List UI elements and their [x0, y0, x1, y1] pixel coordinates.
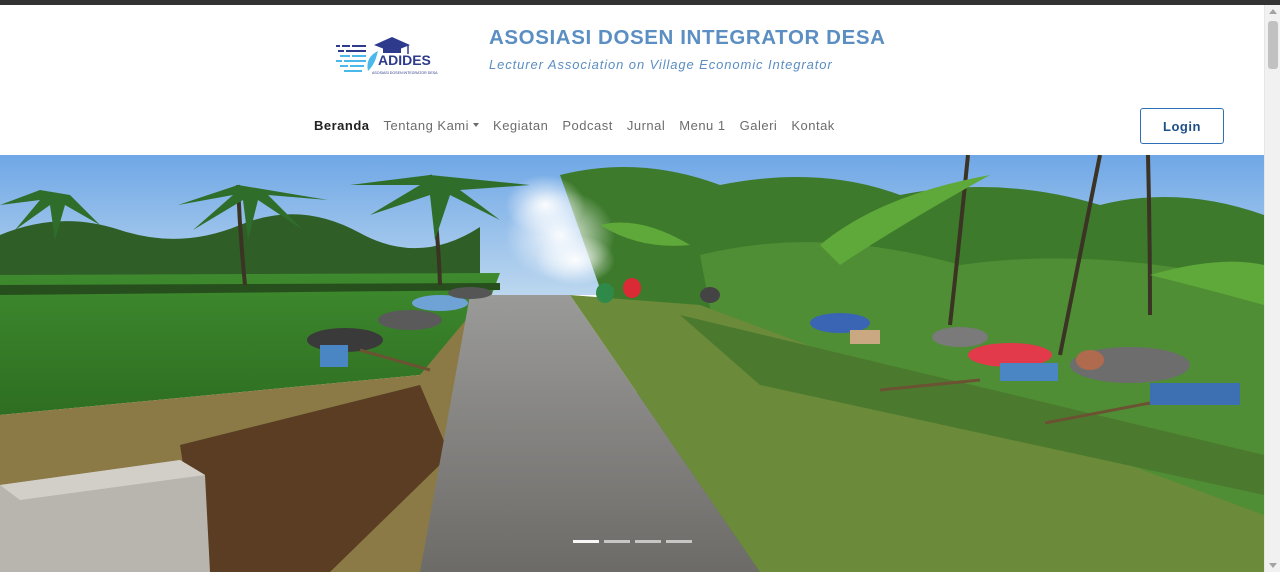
page-scrollbar[interactable]	[1264, 5, 1280, 572]
nav-item-galeri[interactable]: Galeri	[740, 118, 778, 133]
nav-item-kontak[interactable]: Kontak	[791, 118, 834, 133]
nav-item-podcast[interactable]: Podcast	[562, 118, 612, 133]
main-nav: Beranda Tentang Kami Kegiatan Podcast Ju…	[314, 116, 849, 134]
login-button[interactable]: Login	[1140, 108, 1224, 144]
nav-item-beranda[interactable]: Beranda	[314, 118, 370, 133]
page: ADIDES ASOSIASI DOSEN INTEGRATOR DESA AS…	[0, 5, 1264, 572]
carousel-indicators	[573, 540, 697, 543]
svg-text:ADIDES: ADIDES	[378, 52, 431, 68]
svg-text:ASOSIASI DOSEN INTEGRATOR DESA: ASOSIASI DOSEN INTEGRATOR DESA	[372, 71, 438, 75]
hero-image	[0, 155, 1264, 572]
carousel-indicator-2[interactable]	[604, 540, 630, 543]
adides-logo[interactable]: ADIDES ASOSIASI DOSEN INTEGRATOR DESA	[332, 31, 450, 79]
carousel-indicator-1[interactable]	[573, 540, 599, 543]
scroll-up-icon[interactable]	[1269, 9, 1277, 14]
carousel-indicator-4[interactable]	[666, 540, 692, 543]
nav-item-tentang-kami[interactable]: Tentang Kami	[384, 118, 480, 133]
hero-carousel[interactable]	[0, 155, 1264, 572]
nav-item-jurnal[interactable]: Jurnal	[627, 118, 665, 133]
site-title[interactable]: ASOSIASI DOSEN INTEGRATOR DESA	[489, 26, 886, 50]
carousel-indicator-3[interactable]	[635, 540, 661, 543]
nav-item-kegiatan[interactable]: Kegiatan	[493, 118, 548, 133]
scroll-down-icon[interactable]	[1269, 563, 1277, 568]
site-subtitle: Lecturer Association on Village Economic…	[489, 57, 833, 72]
caret-down-icon	[473, 123, 480, 127]
scrollbar-thumb[interactable]	[1268, 21, 1278, 69]
nav-item-menu-1[interactable]: Menu 1	[679, 118, 725, 133]
